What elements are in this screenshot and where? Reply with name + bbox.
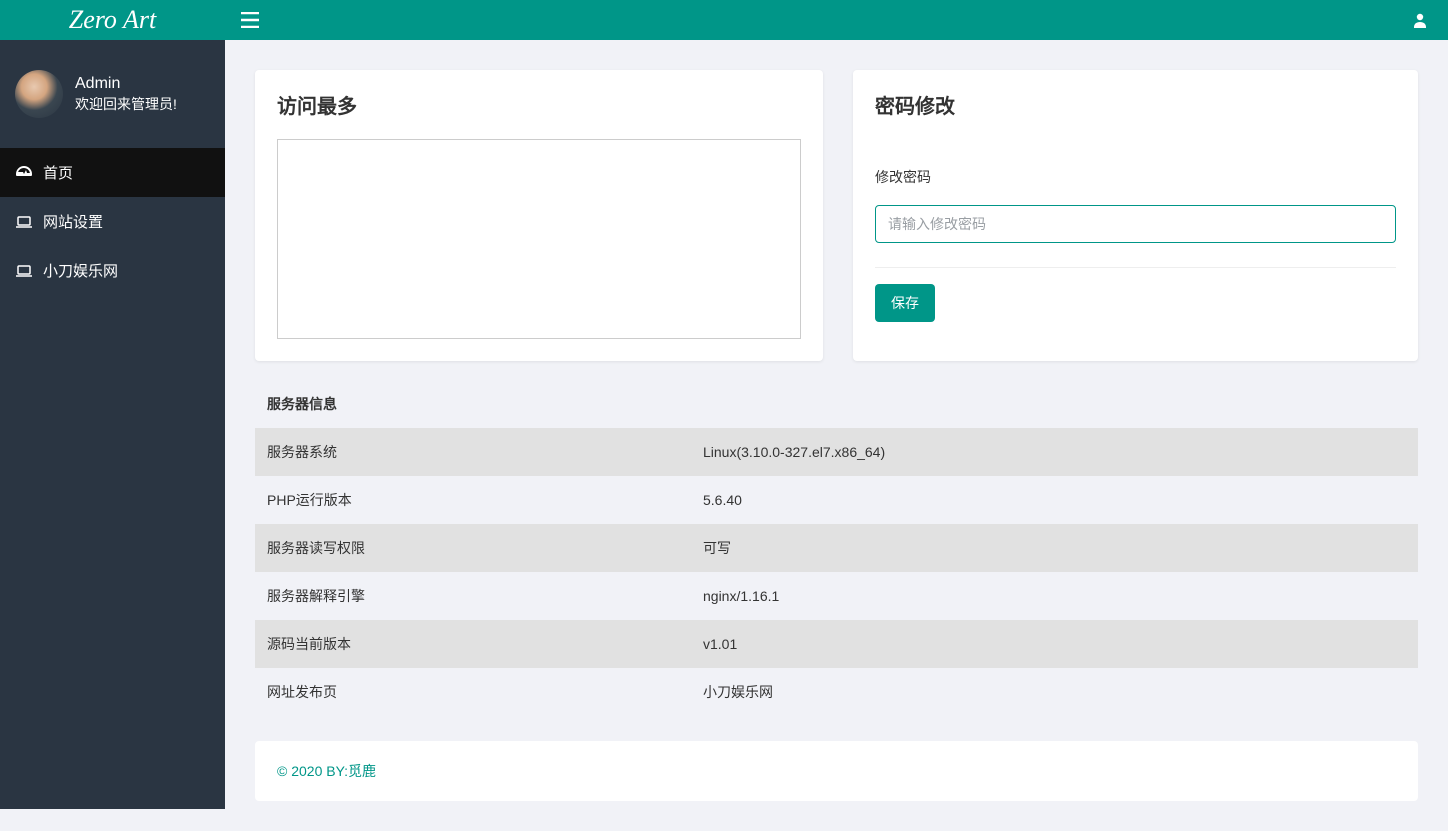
menu-toggle-icon[interactable] — [241, 12, 259, 28]
nav-item-home[interactable]: 首页 — [0, 148, 225, 197]
divider — [875, 267, 1396, 268]
nav-label: 小刀娱乐网 — [43, 260, 118, 281]
table-row: 网址发布页小刀娱乐网 — [255, 668, 1418, 716]
user-menu[interactable] — [1412, 12, 1448, 28]
server-info-table: 服务器系统Linux(3.10.0-327.el7.x86_64)PHP运行版本… — [255, 428, 1418, 716]
info-key: 服务器系统 — [255, 428, 691, 476]
profile-block: Admin 欢迎回来管理员! — [0, 40, 225, 148]
avatar — [15, 70, 63, 118]
nav-label: 首页 — [43, 162, 73, 183]
info-value: 可写 — [691, 524, 1418, 572]
nav-label: 网站设置 — [43, 211, 103, 232]
info-key: 服务器读写权限 — [255, 524, 691, 572]
info-key: 服务器解释引擎 — [255, 572, 691, 620]
info-value: Linux(3.10.0-327.el7.x86_64) — [691, 428, 1418, 476]
laptop-icon — [15, 216, 33, 228]
nav-item-settings[interactable]: 网站设置 — [0, 197, 225, 246]
server-info-section: 服务器信息 服务器系统Linux(3.10.0-327.el7.x86_64)P… — [255, 386, 1418, 716]
info-key: 源码当前版本 — [255, 620, 691, 668]
table-row: PHP运行版本5.6.40 — [255, 476, 1418, 524]
footer: © 2020 BY:觅鹿 — [255, 741, 1418, 801]
info-key: 网址发布页 — [255, 668, 691, 716]
password-label: 修改密码 — [875, 167, 1396, 187]
save-button[interactable]: 保存 — [875, 284, 935, 322]
panel-visits-title: 访问最多 — [255, 70, 823, 129]
main-content: 访问最多 密码修改 修改密码 保存 服务器信息 服务器系统Linux(3.10.… — [225, 40, 1448, 831]
panel-password: 密码修改 修改密码 保存 — [853, 70, 1418, 361]
table-row: 源码当前版本v1.01 — [255, 620, 1418, 668]
dashboard-icon — [15, 166, 33, 180]
table-row: 服务器读写权限可写 — [255, 524, 1418, 572]
chart-placeholder — [277, 139, 801, 339]
info-value: 5.6.40 — [691, 476, 1418, 524]
table-row: 服务器解释引擎nginx/1.16.1 — [255, 572, 1418, 620]
profile-welcome: 欢迎回来管理员! — [75, 95, 177, 115]
info-key: PHP运行版本 — [255, 476, 691, 524]
toggle-area — [225, 12, 1412, 28]
profile-text: Admin 欢迎回来管理员! — [75, 73, 177, 115]
nav-item-entertainment[interactable]: 小刀娱乐网 — [0, 246, 225, 295]
info-value[interactable]: 小刀娱乐网 — [691, 668, 1418, 716]
info-value: v1.01 — [691, 620, 1418, 668]
server-info-title: 服务器信息 — [255, 386, 1418, 422]
password-input[interactable] — [875, 205, 1396, 243]
panel-password-title: 密码修改 — [853, 70, 1418, 129]
top-row: 访问最多 密码修改 修改密码 保存 — [255, 70, 1418, 361]
sidebar: Admin 欢迎回来管理员! 首页 网站设置 小刀娱乐网 — [0, 40, 225, 809]
table-row: 服务器系统Linux(3.10.0-327.el7.x86_64) — [255, 428, 1418, 476]
user-icon — [1412, 12, 1428, 28]
panel-visits: 访问最多 — [255, 70, 823, 361]
brand-logo: Zero Art — [0, 0, 225, 40]
info-value: nginx/1.16.1 — [691, 572, 1418, 620]
laptop-icon — [15, 265, 33, 277]
topbar: Zero Art — [0, 0, 1448, 40]
profile-name: Admin — [75, 73, 177, 95]
